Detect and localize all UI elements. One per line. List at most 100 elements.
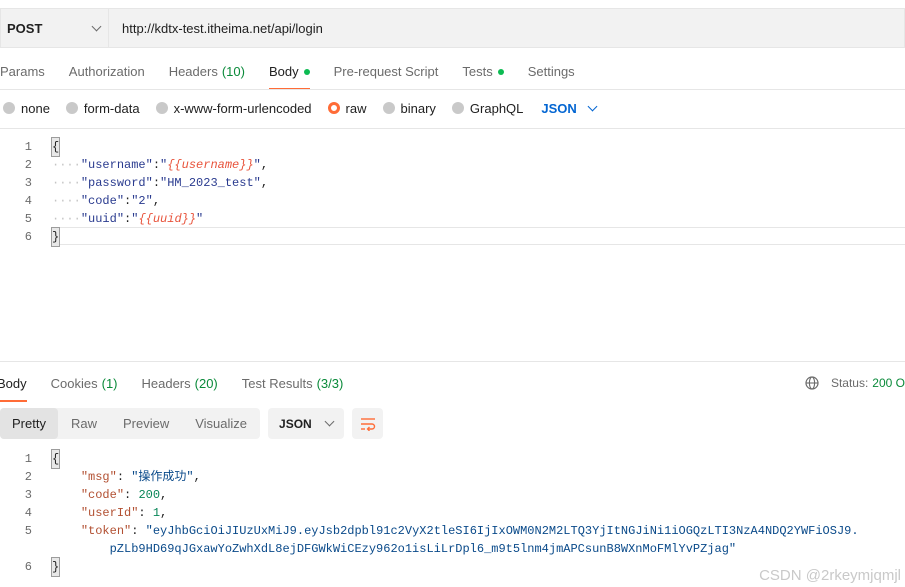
response-tabs: Body Cookies (1) Headers (20) Test Results… xyxy=(0,372,367,402)
view-mode-raw[interactable]: Raw xyxy=(58,408,110,439)
response-body-viewer[interactable]: 1{ 2 "msg": "操作成功", 3 "code": 200, 4 "us… xyxy=(0,449,859,577)
json-value: "HM_2023_test" xyxy=(160,176,261,190)
json-key: "password" xyxy=(80,176,153,190)
code-line: 6} xyxy=(0,227,268,247)
line-number: 5 xyxy=(24,212,32,226)
radio-selected-icon xyxy=(327,102,340,114)
response-toolbar: Pretty Raw Preview Visualize JSON xyxy=(0,408,384,439)
radio-label: raw xyxy=(345,100,367,116)
response-status: Status: 200 O xyxy=(805,376,905,390)
line-number: 4 xyxy=(24,194,32,208)
request-bar: POST http://kdtx-test.itheima.net/api/lo… xyxy=(0,8,905,48)
radio-label: form-data xyxy=(83,100,140,116)
radio-icon xyxy=(451,102,464,114)
view-mode-segment: Pretty Raw Preview Visualize xyxy=(0,408,261,439)
json-key: "uuid" xyxy=(80,212,125,226)
json-value: 200 xyxy=(138,488,161,502)
line-number: 6 xyxy=(24,230,32,244)
line-number: 5 xyxy=(24,524,32,538)
chevron-down-icon xyxy=(324,416,335,427)
body-format-select[interactable]: JSON xyxy=(541,100,598,116)
json-key: "token" xyxy=(80,524,132,538)
radio-label: x-www-form-urlencoded xyxy=(173,100,312,116)
tab-params[interactable]: Params xyxy=(0,60,45,90)
json-value-continued: pZLb9HD69qJGxawYoZwhXdL8ejDFGWkWiCEzy962… xyxy=(109,542,737,556)
json-value: 1 xyxy=(152,506,161,520)
tab-authorization[interactable]: Authorization xyxy=(69,60,145,90)
tab-label: Tests xyxy=(462,64,493,79)
tab-response-body[interactable]: Body xyxy=(0,372,27,402)
json-key: "username" xyxy=(80,158,153,172)
radio-graphql[interactable]: GraphQL xyxy=(451,101,523,116)
code-line: 1{ xyxy=(0,137,268,157)
radio-label: none xyxy=(21,100,50,116)
line-number: 4 xyxy=(24,506,32,520)
radio-binary[interactable]: binary xyxy=(382,101,436,116)
line-number: 3 xyxy=(24,176,32,190)
json-key: "code" xyxy=(80,194,125,208)
code-line: 3 ···· "password": "HM_2023_test", xyxy=(0,174,268,192)
request-tabs: Params Authorization Headers (10) Body Pr… xyxy=(0,60,599,90)
body-type-options: none form-data x-www-form-urlencoded raw… xyxy=(3,97,598,119)
radio-raw[interactable]: raw xyxy=(327,100,367,116)
radio-icon xyxy=(382,102,395,114)
tab-test-results[interactable]: Test Results (3/3) xyxy=(242,372,344,402)
globe-icon[interactable] xyxy=(805,376,819,390)
tab-label: Body xyxy=(268,64,299,79)
json-value: "操作成功" xyxy=(131,470,194,484)
tab-tests[interactable]: Tests xyxy=(462,60,504,90)
json-variable: {{username}} xyxy=(167,158,254,172)
view-mode-preview[interactable]: Preview xyxy=(110,408,182,439)
tab-settings[interactable]: Settings xyxy=(528,60,575,90)
tab-label: Body xyxy=(0,376,27,391)
view-mode-visualize[interactable]: Visualize xyxy=(182,408,260,439)
method-label: POST xyxy=(7,20,43,36)
tab-label: Headers xyxy=(168,64,218,79)
tab-count: (20) xyxy=(194,376,218,391)
request-body-editor[interactable]: 1{ 2 ···· "username": " {{username}} ", 3 ····… xyxy=(0,137,268,247)
line-number: 1 xyxy=(24,452,32,466)
radio-icon xyxy=(65,102,78,114)
radio-x-www-form-urlencoded[interactable]: x-www-form-urlencoded xyxy=(155,100,312,116)
tab-label: Settings xyxy=(527,64,575,79)
url-input[interactable]: http://kdtx-test.itheima.net/api/login xyxy=(108,8,905,48)
code-line: 3 "code": 200, xyxy=(0,486,859,504)
line-number: 3 xyxy=(24,488,32,502)
status-value: 200 O xyxy=(872,376,905,390)
view-mode-pretty[interactable]: Pretty xyxy=(0,408,58,439)
tab-label: Cookies xyxy=(50,376,98,391)
radio-icon xyxy=(155,102,168,114)
line-number: 2 xyxy=(24,158,32,172)
json-variable: {{uuid}} xyxy=(138,212,197,226)
divider xyxy=(0,361,905,362)
chevron-down-icon xyxy=(91,21,102,31)
body-format-label: JSON xyxy=(541,100,577,116)
code-line: 1{ xyxy=(0,449,859,469)
tab-cookies[interactable]: Cookies (1) xyxy=(51,372,118,402)
status-dot-icon xyxy=(497,69,504,75)
tab-label: Pre-request Script xyxy=(333,64,439,79)
brace: } xyxy=(50,557,61,577)
json-key: "msg" xyxy=(80,470,117,484)
code-line: pZLb9HD69qJGxawYoZwhXdL8ejDFGWkWiCEzy962… xyxy=(0,540,859,558)
code-line: 5 ···· "uuid": " {{uuid}} " xyxy=(0,210,268,228)
radio-none[interactable]: none xyxy=(3,101,50,116)
chevron-down-icon xyxy=(587,101,598,111)
json-key: "userId" xyxy=(80,506,139,520)
code-line: 4 "userId": 1, xyxy=(0,504,859,522)
brace: { xyxy=(50,137,61,157)
radio-form-data[interactable]: form-data xyxy=(65,100,140,116)
method-select[interactable]: POST xyxy=(0,8,108,48)
tab-headers[interactable]: Headers (10) xyxy=(169,60,245,90)
tab-response-headers[interactable]: Headers (20) xyxy=(142,372,218,402)
wrap-lines-button[interactable] xyxy=(352,408,384,439)
tab-pre-request-script[interactable]: Pre-request Script xyxy=(334,60,439,90)
tab-body[interactable]: Body xyxy=(268,60,310,90)
brace: } xyxy=(50,227,61,247)
tab-count: (10) xyxy=(221,64,245,79)
divider xyxy=(0,89,905,90)
watermark: CSDN @2rkeymjqmjl xyxy=(759,567,901,584)
code-line: 5 "token": "eyJhbGciOiJIUzUxMiJ9.eyJsb2d… xyxy=(0,522,859,540)
tab-count: (3/3) xyxy=(316,376,344,391)
response-format-select[interactable]: JSON xyxy=(268,408,345,439)
